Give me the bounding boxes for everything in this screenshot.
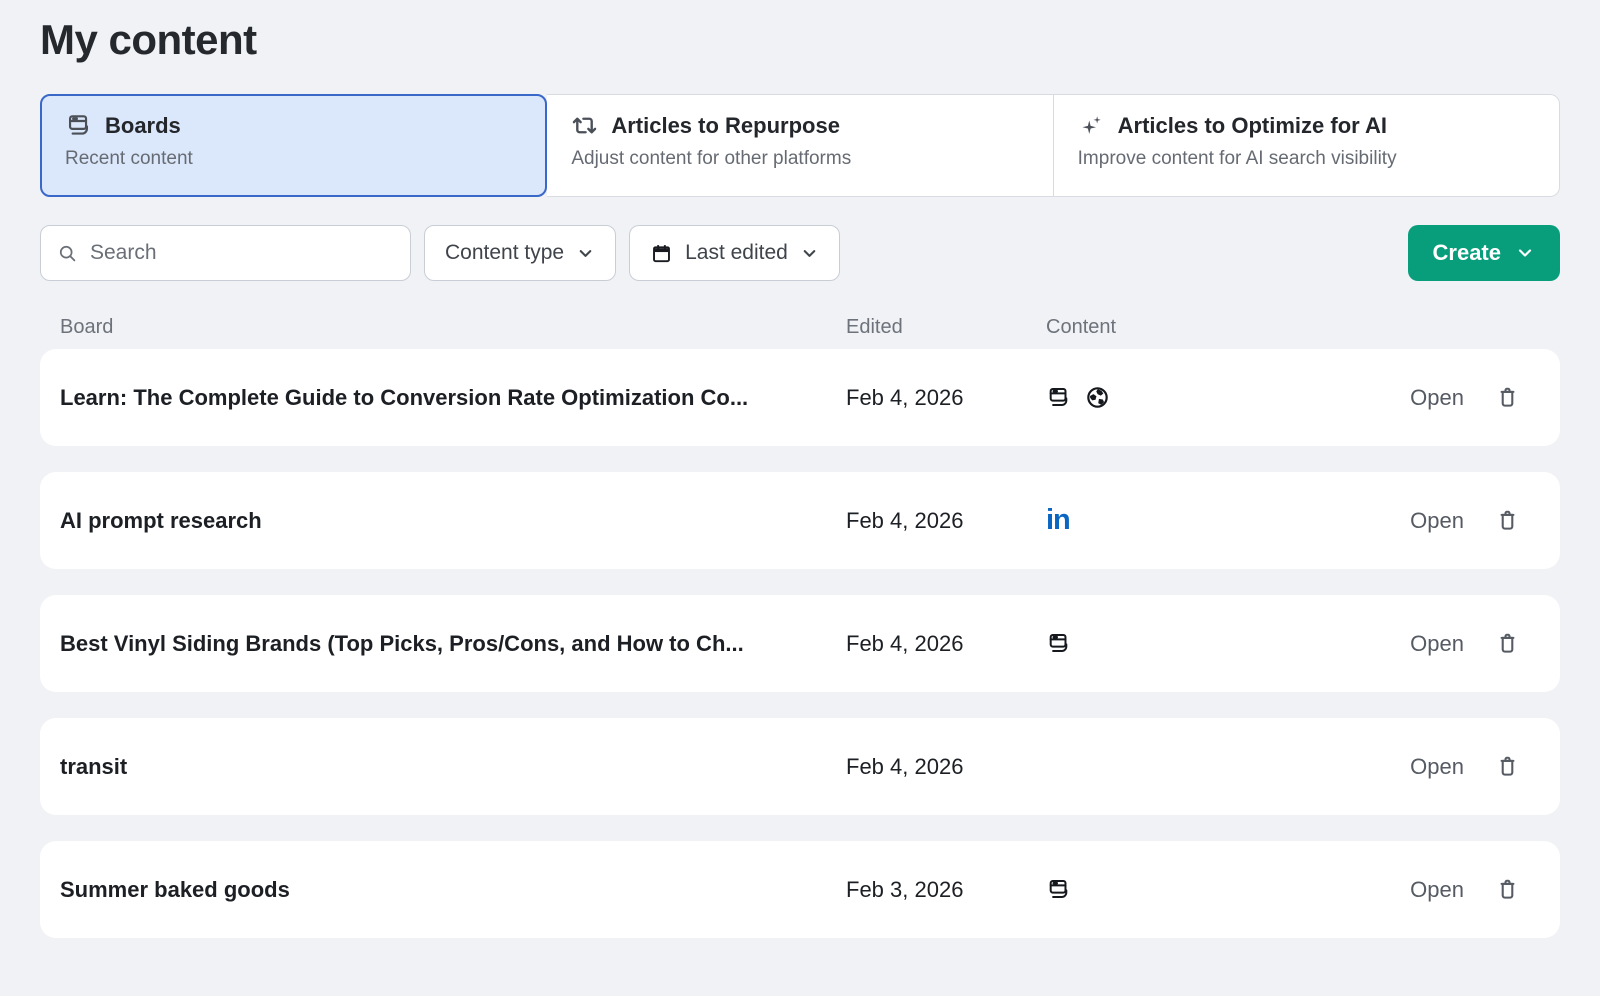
- board-title: Best Vinyl Siding Brands (Top Picks, Pro…: [60, 631, 846, 657]
- open-link[interactable]: Open: [1410, 631, 1464, 657]
- sparkles-icon: [1078, 112, 1105, 139]
- search-input[interactable]: [88, 240, 394, 266]
- delete-button[interactable]: [1494, 754, 1520, 780]
- search-icon: [57, 243, 78, 264]
- table-row: AI prompt research Feb 4, 2026 in Open: [40, 472, 1560, 569]
- boards-icon: [1046, 385, 1071, 410]
- content-icons: in: [1046, 506, 1296, 535]
- table-header: Board Edited Content: [40, 305, 1560, 349]
- column-header-content: Content: [1046, 316, 1296, 339]
- my-content-page: My content Boards Recent content Article…: [0, 0, 1600, 938]
- calendar-icon: [650, 242, 673, 265]
- content-mode-tabs: Boards Recent content Articles to Repurp…: [40, 94, 1560, 197]
- tab-label: Articles to Repurpose: [611, 113, 840, 139]
- tab-articles-to-repurpose[interactable]: Articles to Repurpose Adjust content for…: [547, 94, 1053, 197]
- table-row: Best Vinyl Siding Brands (Top Picks, Pro…: [40, 595, 1560, 692]
- content-icons: [1046, 877, 1296, 902]
- trash-icon: [1495, 877, 1520, 902]
- tab-label: Boards: [105, 113, 181, 139]
- board-list: Learn: The Complete Guide to Conversion …: [40, 349, 1560, 938]
- edited-date: Feb 3, 2026: [846, 877, 1046, 903]
- delete-button[interactable]: [1494, 385, 1520, 411]
- tab-description: Adjust content for other platforms: [571, 148, 1028, 170]
- create-button[interactable]: Create: [1408, 225, 1560, 281]
- board-title: AI prompt research: [60, 508, 846, 534]
- content-type-dropdown[interactable]: Content type: [424, 225, 616, 281]
- delete-button[interactable]: [1494, 508, 1520, 534]
- chevron-down-icon: [576, 244, 595, 263]
- tab-description: Improve content for AI search visibility: [1078, 148, 1535, 170]
- edited-date: Feb 4, 2026: [846, 508, 1046, 534]
- linkedin-icon: in: [1046, 506, 1070, 535]
- search-box: [40, 225, 411, 281]
- tab-articles-to-optimize-for-ai[interactable]: Articles to Optimize for AI Improve cont…: [1054, 94, 1560, 197]
- page-title: My content: [40, 16, 1560, 64]
- open-link[interactable]: Open: [1410, 877, 1464, 903]
- globe-icon: [1085, 385, 1110, 410]
- chevron-down-icon: [1515, 243, 1535, 263]
- content-type-label: Content type: [445, 241, 564, 265]
- board-title: transit: [60, 754, 846, 780]
- last-edited-dropdown[interactable]: Last edited: [629, 225, 840, 281]
- edited-date: Feb 4, 2026: [846, 385, 1046, 411]
- edited-date: Feb 4, 2026: [846, 631, 1046, 657]
- delete-button[interactable]: [1494, 631, 1520, 657]
- chevron-down-icon: [800, 244, 819, 263]
- column-header-edited: Edited: [846, 316, 1046, 339]
- open-link[interactable]: Open: [1410, 508, 1464, 534]
- trash-icon: [1495, 754, 1520, 779]
- filter-toolbar: Content type Last edited Create: [40, 225, 1560, 281]
- edited-date: Feb 4, 2026: [846, 754, 1046, 780]
- boards-icon: [1046, 631, 1071, 656]
- column-header-board: Board: [60, 316, 846, 339]
- create-button-label: Create: [1433, 240, 1501, 266]
- tab-boards[interactable]: Boards Recent content: [40, 94, 547, 197]
- board-title: Summer baked goods: [60, 877, 846, 903]
- open-link[interactable]: Open: [1410, 754, 1464, 780]
- delete-button[interactable]: [1494, 877, 1520, 903]
- table-row: Summer baked goods Feb 3, 2026 Open: [40, 841, 1560, 938]
- table-row: transit Feb 4, 2026 Open: [40, 718, 1560, 815]
- content-icons: [1046, 385, 1296, 410]
- trash-icon: [1495, 385, 1520, 410]
- trash-icon: [1495, 631, 1520, 656]
- boards-icon: [65, 112, 92, 139]
- table-row: Learn: The Complete Guide to Conversion …: [40, 349, 1560, 446]
- tab-label: Articles to Optimize for AI: [1118, 113, 1387, 139]
- board-title: Learn: The Complete Guide to Conversion …: [60, 385, 846, 411]
- content-icons: [1046, 631, 1296, 656]
- open-link[interactable]: Open: [1410, 385, 1464, 411]
- trash-icon: [1495, 508, 1520, 533]
- last-edited-label: Last edited: [685, 241, 788, 265]
- tab-description: Recent content: [65, 148, 522, 170]
- repurpose-icon: [571, 112, 598, 139]
- boards-icon: [1046, 877, 1071, 902]
